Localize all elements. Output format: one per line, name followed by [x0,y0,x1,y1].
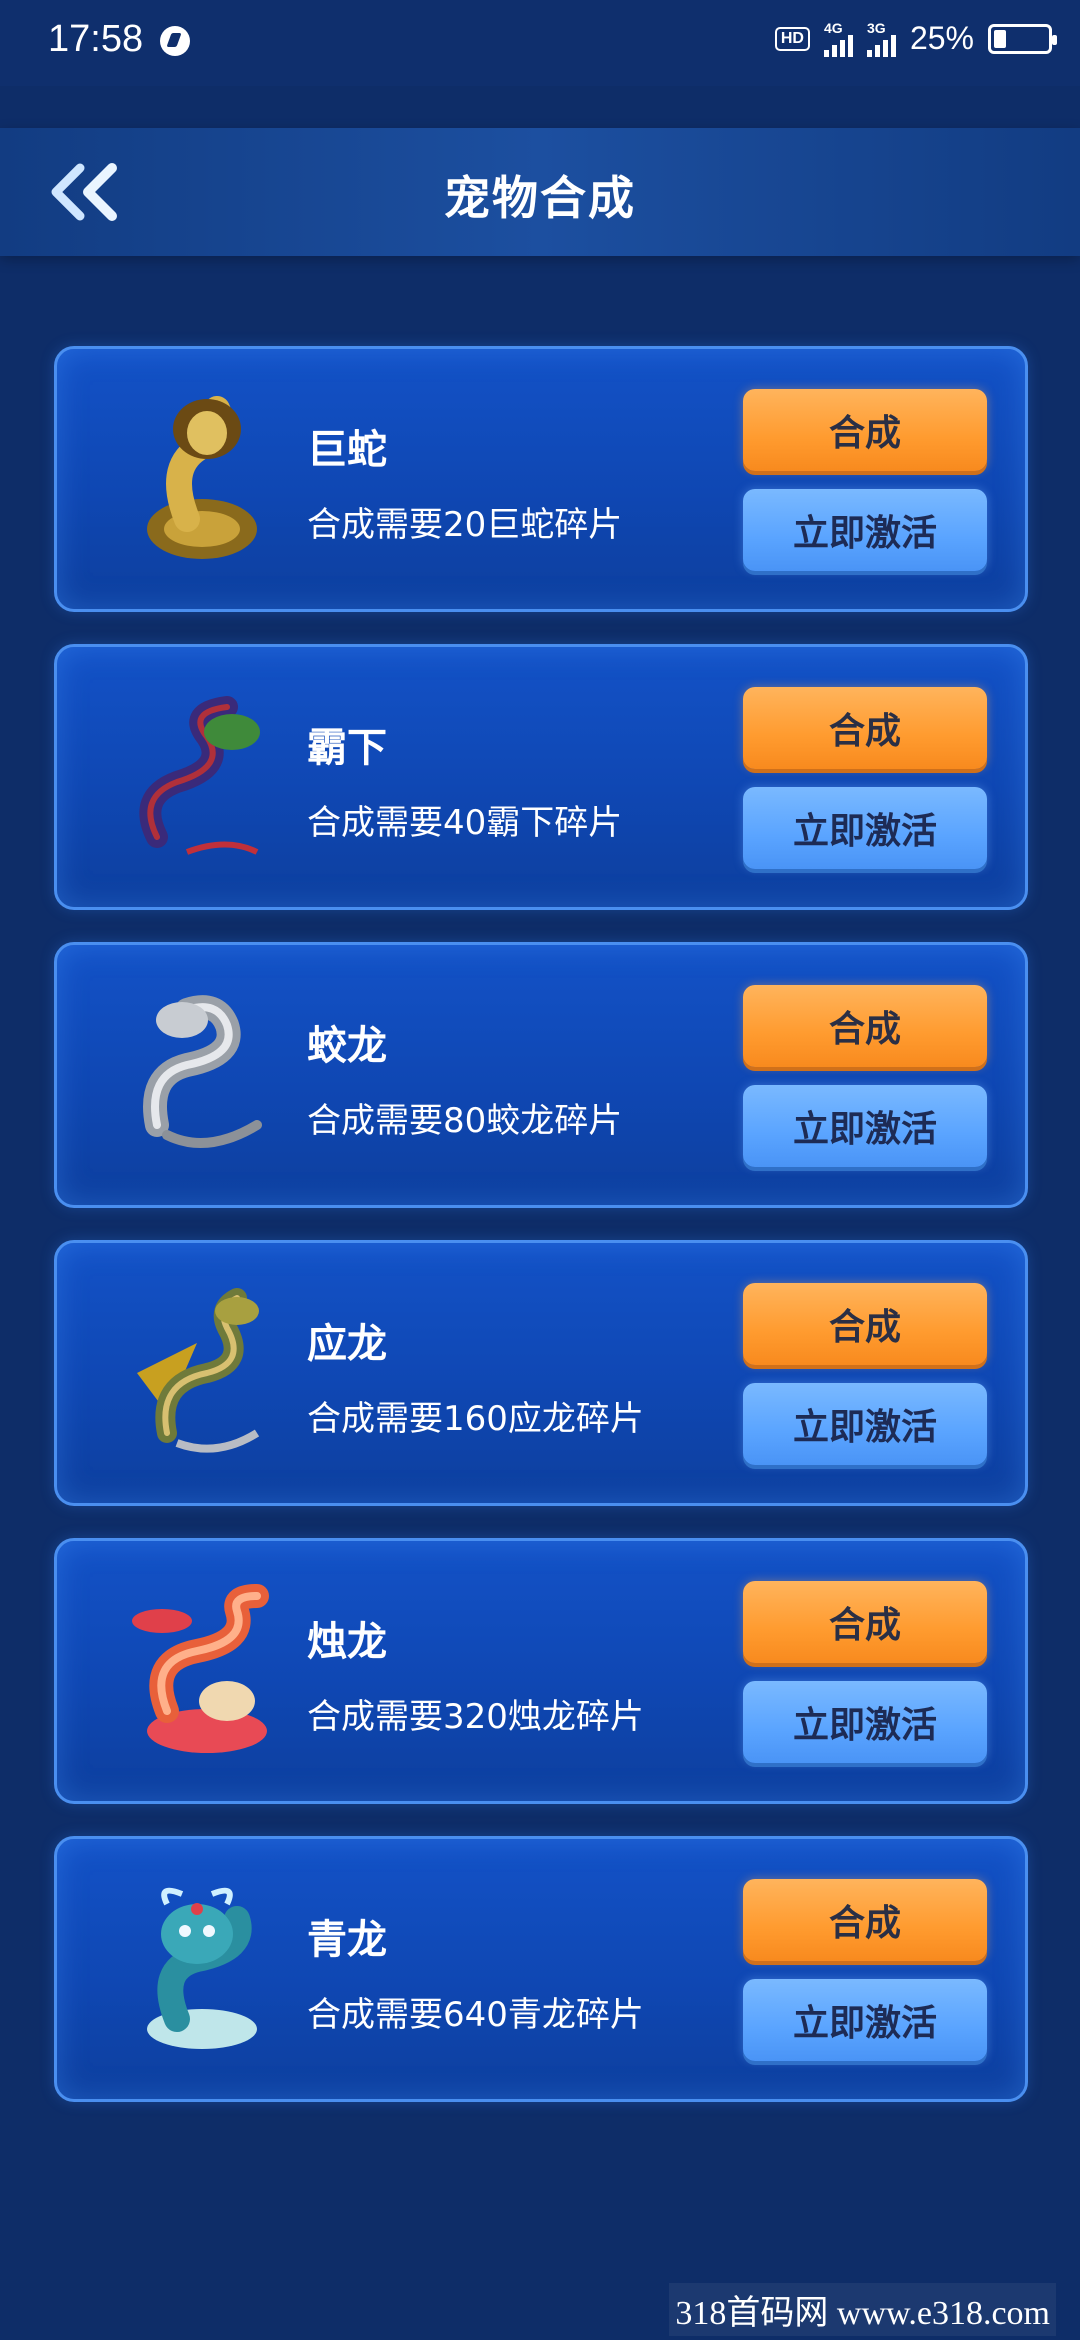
activate-button[interactable]: 立即激活 [743,489,987,571]
synthesize-button[interactable]: 合成 [743,1879,987,1961]
pet-name: 霸下 [307,725,387,771]
pet-name: 应龙 [307,1321,387,1367]
activate-button[interactable]: 立即激活 [743,787,987,869]
pet-card: 应龙 合成需要160应龙碎片 合成 立即激活 [54,1240,1028,1506]
signal-3g-icon: 3G [866,19,896,57]
activate-button[interactable]: 立即激活 [743,1383,987,1465]
red-dragon-icon [132,1584,269,1753]
status-time: 17:58 [48,18,144,60]
hd-icon: HD [774,26,810,51]
azure-dragon-icon [147,1887,257,2049]
status-right: HD 4G 3G 25% [774,19,1057,57]
pet-name: 蛟龙 [307,1023,387,1069]
pet-requirement: 合成需要40霸下碎片 [307,803,623,843]
battery-icon [988,23,1057,54]
page-title: 宠物合成 [444,171,636,225]
pet-requirement: 合成需要320烛龙碎片 [307,1697,644,1737]
cobra-icon [147,396,257,559]
pet-card-list: 巨蛇 合成需要20巨蛇碎片 合成 立即激活 霸下 合成需要40霸下碎片 合成 立… [54,346,1028,2134]
synthesize-button[interactable]: 合成 [743,1581,987,1663]
synthesize-button[interactable]: 合成 [743,389,987,471]
pet-card: 蛟龙 合成需要80蛟龙碎片 合成 立即激活 [54,942,1028,1208]
synthesize-button[interactable]: 合成 [743,985,987,1067]
pet-requirement: 合成需要20巨蛇碎片 [307,505,623,545]
synthesize-button[interactable]: 合成 [743,1283,987,1365]
winged-dragon-icon [137,1288,260,1453]
status-bar: 17:58 HD 4G 3G 25% [0,0,1080,86]
signal-3g-label: 3G [866,19,886,36]
pet-requirement: 合成需要640青龙碎片 [307,1995,644,2035]
pet-name: 烛龙 [307,1619,387,1665]
pet-card: 巨蛇 合成需要20巨蛇碎片 合成 立即激活 [54,346,1028,612]
battery-percent: 25% [909,20,974,56]
pet-requirement: 合成需要80蛟龙碎片 [307,1101,623,1141]
navigation-icon [160,26,190,56]
pet-card: 霸下 合成需要40霸下碎片 合成 立即激活 [54,644,1028,910]
header-bar: 宠物合成 [0,128,1080,256]
pet-card: 青龙 合成需要640青龙碎片 合成 立即激活 [54,1836,1028,2102]
activate-button[interactable]: 立即激活 [743,1085,987,1167]
signal-4g-icon: 4G [823,19,853,57]
pet-card: 烛龙 合成需要320烛龙碎片 合成 立即激活 [54,1538,1028,1804]
signal-4g-label: 4G [823,19,843,36]
silver-dragon-icon [143,995,262,1148]
pet-requirement: 合成需要160应龙碎片 [307,1399,644,1439]
pet-name: 巨蛇 [307,427,387,473]
dragon-bixi-icon [139,696,260,855]
activate-button[interactable]: 立即激活 [743,1681,987,1763]
synthesize-button[interactable]: 合成 [743,687,987,769]
watermark: 318首码网 www.e318.com [669,2283,1056,2336]
activate-button[interactable]: 立即激活 [743,1979,987,2061]
pet-name: 青龙 [307,1917,387,1963]
